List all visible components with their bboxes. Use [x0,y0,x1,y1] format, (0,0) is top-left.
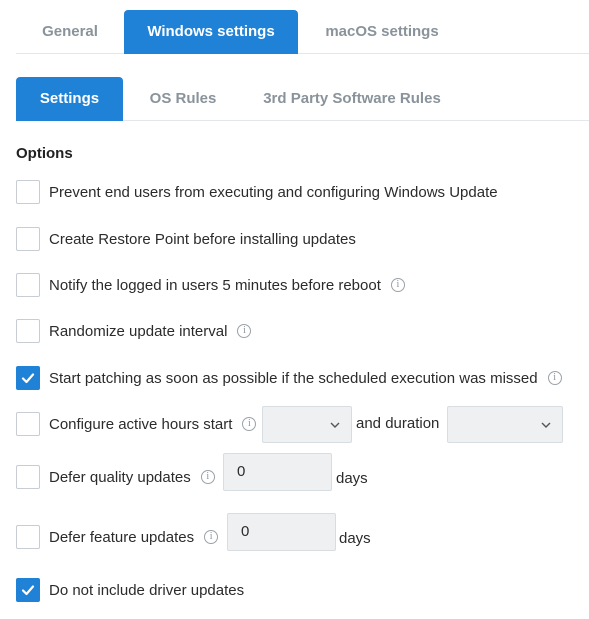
tab-3rd-party-software-rules[interactable]: 3rd Party Software Rules [252,77,452,121]
option-active-hours: Configure active hours start i [16,411,257,437]
option-label: Start patching as soon as possible if th… [49,369,538,387]
checkbox[interactable] [16,180,40,204]
tab-general[interactable]: General [16,10,124,54]
option-label: Notify the logged in users 5 minutes bef… [49,276,381,294]
info-icon[interactable]: i [200,470,215,484]
info-icon[interactable]: i [204,530,219,544]
options-heading: Options [16,145,73,162]
option-prevent-windows-update: Prevent end users from executing and con… [16,179,498,205]
option-defer-quality-updates: Defer quality updates i [16,464,215,490]
info-icon[interactable]: i [547,371,562,385]
info-icon[interactable]: i [237,324,252,338]
chevron-down-icon [541,422,551,428]
days-unit-label: days [336,470,368,487]
checkbox[interactable] [16,525,40,549]
checkbox[interactable] [16,412,40,436]
checkbox[interactable] [16,273,40,297]
duration-select[interactable] [447,406,563,443]
option-notify-before-reboot: Notify the logged in users 5 minutes bef… [16,272,405,298]
info-icon[interactable]: i [242,417,257,431]
option-label: Prevent end users from executing and con… [49,183,498,201]
chevron-down-icon [330,422,340,428]
option-randomize-interval: Randomize update interval i [16,318,252,344]
option-defer-feature-updates: Defer feature updates i [16,524,219,550]
checkmark-icon [21,373,35,384]
option-label: Create Restore Point before installing u… [49,230,356,248]
and-duration-label: and duration [356,415,440,432]
option-exclude-driver-updates: Do not include driver updates [16,577,244,603]
sub-tab-bar: Settings OS Rules 3rd Party Software Rul… [16,77,589,121]
checkbox[interactable] [16,578,40,602]
checkbox[interactable] [16,465,40,489]
tab-settings[interactable]: Settings [16,77,123,121]
option-label: Randomize update interval [49,322,228,340]
top-tab-bar: General Windows settings macOS settings [16,10,589,54]
days-unit-label: days [339,530,371,547]
checkbox[interactable] [16,319,40,343]
option-label: Do not include driver updates [49,581,245,599]
checkmark-icon [21,585,35,596]
tab-os-rules[interactable]: OS Rules [138,77,228,121]
checkbox[interactable] [16,366,40,390]
tab-windows-settings[interactable]: Windows settings [124,10,298,54]
defer-feature-days-input[interactable]: 0 [227,513,336,551]
option-create-restore-point: Create Restore Point before installing u… [16,226,356,252]
option-label: Defer quality updates [49,468,191,486]
option-start-patching-asap: Start patching as soon as possible if th… [16,365,562,391]
active-hours-start-select[interactable] [262,406,352,443]
tab-macos-settings[interactable]: macOS settings [312,10,452,54]
option-label: Defer feature updates [49,528,195,546]
option-label: Configure active hours start [49,415,233,433]
defer-quality-days-input[interactable]: 0 [223,453,332,491]
info-icon[interactable]: i [390,278,405,292]
checkbox[interactable] [16,227,40,251]
